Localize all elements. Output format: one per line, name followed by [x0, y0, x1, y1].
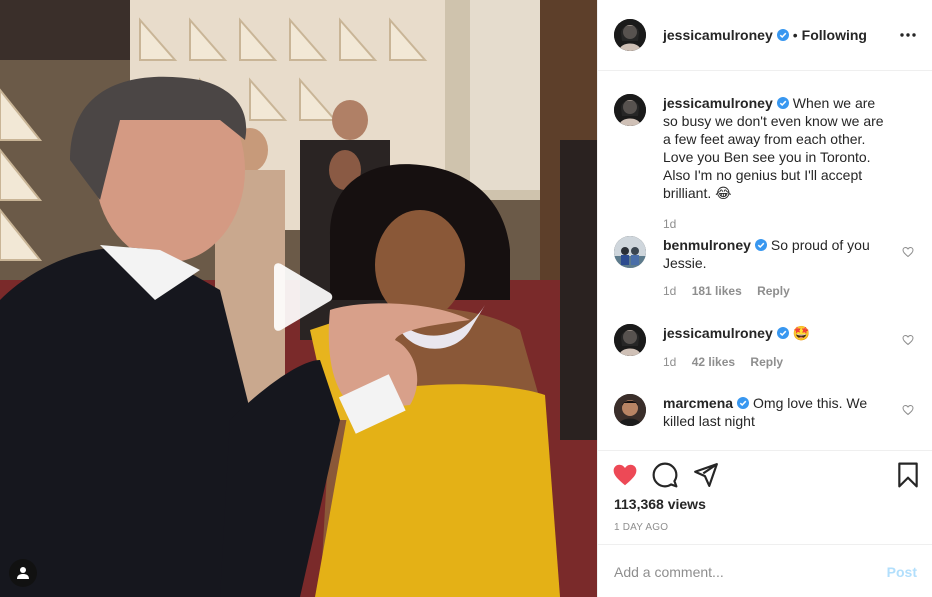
comment-likes[interactable]: 181 likes	[692, 284, 742, 298]
verified-badge-icon	[754, 239, 767, 251]
comment-bubble-icon[interactable]	[652, 462, 678, 488]
comments-list[interactable]: jessicamulroney When we are so busy we do…	[598, 72, 932, 450]
comment-meta: 1d 181 likes Reply	[663, 284, 889, 298]
post-header: jessicamulroney • Following	[598, 0, 932, 71]
reply-button[interactable]: Reply	[750, 355, 783, 369]
post-side-panel: jessicamulroney • Following jessicamulro…	[597, 0, 932, 597]
play-button[interactable]	[268, 262, 334, 332]
comment-body: marcmena Omg love this. We killed last ni…	[663, 394, 889, 430]
avatar[interactable]	[614, 324, 646, 356]
comment-username[interactable]: marcmena	[663, 395, 733, 411]
heart-outline-icon[interactable]	[902, 334, 914, 346]
heart-outline-icon[interactable]	[902, 404, 914, 416]
post-comment-button[interactable]: Post	[887, 564, 917, 580]
post-timestamp[interactable]: 1 day ago	[614, 522, 668, 533]
heart-outline-icon[interactable]	[902, 246, 914, 258]
comment-item: benmulroney So proud of you Jessie. 1d 18…	[614, 236, 924, 298]
comment-body: jessicamulroney 🤩 1d 42 likes Reply	[663, 324, 889, 369]
comment-username[interactable]: benmulroney	[663, 237, 751, 253]
user-tag-icon	[17, 567, 29, 579]
caption-meta: 1d	[663, 217, 889, 231]
caption-age[interactable]: 1d	[663, 217, 676, 231]
verified-badge-icon	[776, 29, 789, 41]
verified-badge-icon	[776, 97, 789, 109]
comment-likes[interactable]: 42 likes	[692, 355, 735, 369]
caption-username[interactable]: jessicamulroney	[663, 95, 773, 111]
comment-input[interactable]	[614, 561, 864, 583]
view-count[interactable]: 113,368 views	[614, 496, 706, 512]
post-actions: 113,368 views 1 day ago	[598, 450, 932, 545]
verified-badge-icon	[776, 327, 789, 339]
user-tags-button[interactable]	[9, 559, 37, 587]
separator-dot: •	[792, 27, 798, 43]
heart-icon[interactable]	[612, 462, 638, 488]
reply-button[interactable]: Reply	[757, 284, 790, 298]
comment-age[interactable]: 1d	[663, 355, 676, 369]
bookmark-icon[interactable]	[895, 462, 921, 488]
video-player[interactable]	[0, 0, 597, 597]
paper-plane-icon[interactable]	[693, 462, 719, 488]
following-button[interactable]: Following	[802, 27, 867, 43]
more-options-icon[interactable]	[899, 26, 917, 44]
comment-username[interactable]: jessicamulroney	[663, 325, 773, 341]
comment-composer: Post	[598, 544, 932, 597]
avatar[interactable]	[614, 94, 646, 126]
avatar[interactable]	[614, 394, 646, 426]
comment-body: benmulroney So proud of you Jessie. 1d 18…	[663, 236, 889, 298]
comment-text: 🤩	[792, 325, 811, 341]
comment-meta: 1d 42 likes Reply	[663, 355, 889, 369]
post-author-username[interactable]: jessicamulroney	[663, 27, 773, 43]
comment-item: jessicamulroney 🤩 1d 42 likes Reply	[614, 324, 924, 369]
verified-badge-icon	[737, 397, 750, 409]
comment-age[interactable]: 1d	[663, 284, 676, 298]
play-icon	[274, 263, 333, 331]
avatar[interactable]	[614, 236, 646, 268]
comment-item: marcmena Omg love this. We killed last ni…	[614, 394, 924, 430]
avatar[interactable]	[614, 19, 646, 51]
caption: jessicamulroney When we are so busy we do…	[614, 94, 924, 231]
caption-body: jessicamulroney When we are so busy we do…	[663, 94, 889, 231]
